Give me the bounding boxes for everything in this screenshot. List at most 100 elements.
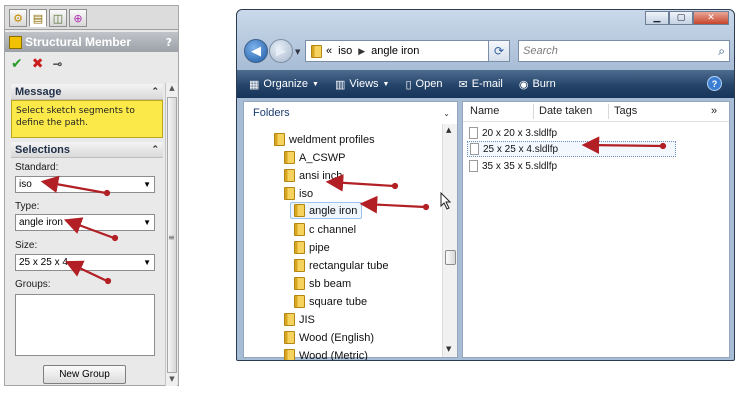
open-label: Open: [415, 78, 443, 90]
scroll-thumb[interactable]: [445, 250, 456, 265]
scroll-down-icon[interactable]: ▼: [446, 345, 451, 353]
email-button[interactable]: ✉ E-mail: [458, 78, 502, 91]
collapse-icon[interactable]: ⌃: [151, 144, 159, 155]
grip-icon: ≡: [168, 233, 175, 242]
tree-item-ansi-inch[interactable]: ansi inch: [284, 167, 346, 184]
views-icon: ▥: [334, 78, 346, 91]
column-date-taken[interactable]: Date taken: [539, 105, 592, 117]
collapse-chevron-icon[interactable]: ⌄: [443, 109, 450, 118]
column-divider[interactable]: [533, 104, 534, 119]
new-group-button[interactable]: New Group: [43, 365, 126, 384]
help-button[interactable]: ?: [166, 36, 172, 49]
more-columns-button[interactable]: »: [711, 105, 717, 117]
folder-icon: [294, 223, 305, 236]
tree-item-label: ansi inch: [299, 169, 343, 182]
cancel-button[interactable]: ✖: [32, 57, 44, 71]
tree-item-rectangular-tube[interactable]: rectangular tube: [294, 257, 393, 274]
type-select[interactable]: angle iron ▼: [15, 214, 155, 231]
scroll-up-icon[interactable]: ▲: [446, 126, 451, 134]
message-box: Select sketch segments to define the pat…: [11, 100, 163, 138]
groups-label: Groups:: [15, 279, 51, 290]
recent-pages-dropdown-icon[interactable]: ▼: [295, 48, 300, 56]
file-icon: [469, 160, 478, 172]
tree-item-wood-english[interactable]: Wood (English): [284, 329, 378, 346]
address-bar[interactable]: « iso ▶ angle iron ▼: [305, 40, 509, 62]
close-button[interactable]: ✕: [693, 11, 729, 25]
collapse-icon[interactable]: ⌃: [151, 86, 159, 97]
property-sheet-icon: ▤: [32, 11, 44, 25]
pin-button[interactable]: ⊸: [52, 57, 62, 71]
file-item-selected[interactable]: 25 x 25 x 4.sldlfp: [467, 141, 676, 157]
burn-button[interactable]: ◉ Burn: [519, 78, 556, 91]
size-select[interactable]: 25 x 25 x 4 ▼: [15, 254, 155, 271]
selections-group-header-wrap: Selections ⌃: [11, 142, 163, 158]
organize-button[interactable]: ▦ Organize ▼: [249, 78, 319, 91]
dimxpert-manager-tab[interactable]: ⊕: [69, 9, 87, 27]
search-icon[interactable]: ⌕: [718, 44, 725, 59]
configuration-icon: ◫: [52, 11, 64, 25]
tree-item-label: square tube: [309, 295, 368, 308]
tree-item-weldment-profiles[interactable]: weldment profiles: [274, 131, 379, 148]
folders-header[interactable]: Folders ⌄: [244, 102, 457, 124]
organize-icon: ▦: [249, 78, 260, 91]
tree-item-iso[interactable]: iso: [284, 185, 317, 202]
property-manager-panel: ⚙ ▤ ◫ ⊕ Structural Member ? ✔ ✖ ⊸ Messag…: [4, 5, 179, 386]
selections-group-header[interactable]: Selections ⌃: [11, 142, 163, 158]
file-name: 25 x 25 x 4.sldlfp: [483, 143, 559, 155]
column-tags[interactable]: Tags: [614, 105, 637, 117]
scrollbar[interactable]: ▲ ≡ ▼: [165, 83, 177, 386]
minimize-button[interactable]: ▁: [645, 11, 669, 25]
views-label: Views: [349, 78, 379, 90]
tree-item-label: c channel: [309, 223, 357, 236]
tree-item-label: A_CSWP: [299, 151, 346, 164]
views-button[interactable]: ▥ Views ▼: [335, 78, 390, 91]
standard-label: Standard:: [15, 162, 59, 173]
tree-item-a-cswp[interactable]: A_CSWP: [284, 149, 349, 166]
dropdown-arrow-icon: ▼: [143, 218, 151, 227]
dropdown-arrow-icon: ▼: [143, 258, 151, 267]
search-box[interactable]: Search ⌕: [518, 40, 730, 62]
standard-select[interactable]: iso ▼: [15, 176, 155, 193]
address-prefix[interactable]: «: [326, 45, 332, 57]
tree-item-pipe[interactable]: pipe: [294, 239, 334, 256]
tree-item-sb-beam[interactable]: sb beam: [294, 275, 355, 292]
refresh-button[interactable]: ⟳: [488, 40, 510, 62]
scroll-up-icon[interactable]: ▲: [167, 84, 177, 95]
folder-icon: [294, 295, 305, 308]
tree-item-square-tube[interactable]: square tube: [294, 293, 371, 310]
message-group: Message ⌃ Select sketch segments to defi…: [11, 84, 163, 138]
back-button[interactable]: ◀: [244, 39, 268, 63]
ok-button[interactable]: ✔: [11, 57, 23, 71]
scroll-down-icon[interactable]: ▼: [167, 375, 177, 386]
message-group-header[interactable]: Message ⌃: [11, 84, 163, 100]
forward-button[interactable]: ▶: [269, 39, 293, 63]
file-item[interactable]: 20 x 20 x 3.sldlfp: [467, 125, 557, 141]
property-manager-tab[interactable]: ▤: [29, 9, 47, 27]
tree-item-angle-iron[interactable]: angle iron: [290, 202, 363, 219]
breadcrumb-iso[interactable]: iso: [338, 45, 352, 57]
file-item[interactable]: 35 x 35 x 5.sldlfp: [467, 158, 557, 174]
column-name[interactable]: Name: [470, 105, 499, 117]
tree-item-label: pipe: [309, 241, 330, 254]
tree-item-jis[interactable]: JIS: [284, 311, 319, 328]
folders-scrollbar[interactable]: ▲ ▼: [442, 124, 457, 357]
folder-icon: [311, 44, 322, 58]
folder-icon: [294, 204, 305, 217]
breadcrumb-angle-iron[interactable]: angle iron: [371, 45, 419, 57]
manager-tabs: ⚙ ▤ ◫ ⊕: [5, 6, 178, 30]
tree-item-c-channel[interactable]: c channel: [294, 221, 360, 238]
tree-item-wood-metric[interactable]: Wood (Metric): [284, 347, 372, 360]
tree-item-label: iso: [299, 187, 314, 200]
breadcrumb-separator-icon[interactable]: ▶: [358, 46, 365, 57]
column-divider[interactable]: [608, 104, 609, 119]
groups-list[interactable]: [15, 294, 155, 356]
help-button[interactable]: ?: [707, 76, 722, 91]
maximize-button[interactable]: ▢: [669, 11, 693, 25]
open-button[interactable]: ▯ Open: [405, 78, 442, 91]
configuration-manager-tab[interactable]: ◫: [49, 9, 67, 27]
back-arrow-icon: ◀: [251, 43, 261, 59]
feature-manager-tab[interactable]: ⚙: [9, 9, 27, 27]
property-manager-header: Structural Member ?: [5, 32, 178, 52]
email-icon: ✉: [458, 78, 468, 91]
tree-item-label: JIS: [299, 313, 315, 326]
